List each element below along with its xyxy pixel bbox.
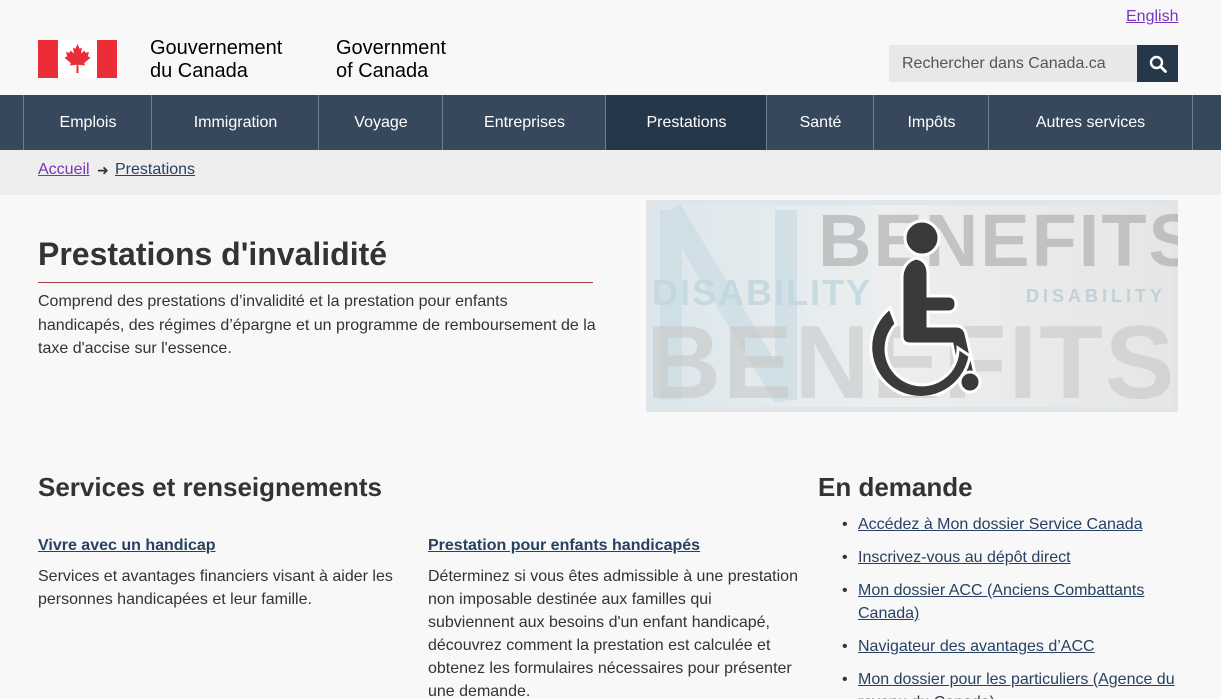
breadcrumb-current-link[interactable]: Prestations: [115, 161, 195, 179]
menu-item-impots[interactable]: Impôts: [873, 95, 989, 150]
signature-fr-line1: Gouvernement: [150, 37, 283, 59]
hero-image: BENEFITS DISABILITY DISABILITY BENEFITS: [646, 200, 1178, 412]
menu-item-entreprises[interactable]: Entreprises: [442, 95, 606, 150]
page-intro-text: Comprend des prestations d’invalidité et…: [38, 293, 596, 357]
in-demand-link[interactable]: Navigateur des avantages d’ACC: [858, 638, 1095, 655]
menu-item-prestations[interactable]: Prestations: [605, 95, 767, 150]
breadcrumb-home-link[interactable]: Accueil: [38, 161, 90, 179]
in-demand-link[interactable]: Accédez à Mon dossier Service Canada: [858, 516, 1143, 533]
in-demand-link[interactable]: Mon dossier ACC (Anciens Combattants Can…: [858, 582, 1144, 622]
in-demand-heading: En demande: [818, 472, 973, 502]
menu-item-voyage[interactable]: Voyage: [318, 95, 443, 150]
service-link-living-with-disability[interactable]: Vivre avec un handicap: [38, 537, 216, 555]
breadcrumb: Accueil ➜ Prestations: [0, 150, 1221, 195]
list-item: Accédez à Mon dossier Service Canada: [842, 513, 1202, 536]
page-title: Prestations d'invalidité: [38, 236, 388, 272]
service-description: Services et avantages financiers visant …: [38, 568, 393, 608]
maple-leaf-icon: [64, 44, 91, 73]
signature-english: Government of Canada: [336, 37, 446, 83]
service-description: Déterminez si vous êtes admissible à une…: [428, 568, 798, 699]
services-heading: Services et renseignements: [38, 472, 382, 502]
language-toggle-link[interactable]: English: [1126, 8, 1178, 26]
in-demand-link[interactable]: Mon dossier pour les particuliers (Agenc…: [858, 671, 1175, 699]
title-underline: [38, 282, 593, 283]
in-demand-list: Accédez à Mon dossier Service Canada Ins…: [842, 513, 1202, 699]
signature-en-line1: Government: [336, 37, 447, 59]
search-icon: [1149, 55, 1167, 73]
menu-item-autres-services[interactable]: Autres services: [988, 95, 1193, 150]
wheelchair-icon: [869, 219, 982, 396]
search-button[interactable]: [1137, 45, 1178, 82]
service-link-child-disability-benefit[interactable]: Prestation pour enfants handicapés: [428, 537, 700, 555]
signature-en-line2: of Canada: [336, 60, 429, 82]
list-item: Mon dossier ACC (Anciens Combattants Can…: [842, 579, 1202, 625]
list-item: Mon dossier pour les particuliers (Agenc…: [842, 668, 1202, 699]
canada-flag-logo[interactable]: [38, 40, 117, 78]
menu-item-immigration[interactable]: Immigration: [151, 95, 319, 150]
signature-fr-line2: du Canada: [150, 60, 248, 82]
search-input[interactable]: Rechercher dans Canada.ca: [889, 45, 1137, 82]
menu-item-sante[interactable]: Santé: [766, 95, 874, 150]
signature-french: Gouvernement du Canada: [150, 37, 282, 83]
breadcrumb-arrow-icon: ➜: [97, 162, 109, 178]
list-item: Navigateur des avantages d’ACC: [842, 635, 1202, 658]
list-item: Inscrivez-vous au dépôt direct: [842, 546, 1202, 569]
menu-item-emplois[interactable]: Emplois: [23, 95, 152, 150]
in-demand-link[interactable]: Inscrivez-vous au dépôt direct: [858, 549, 1071, 566]
main-menu: Emplois Immigration Voyage Entreprises P…: [0, 95, 1221, 150]
